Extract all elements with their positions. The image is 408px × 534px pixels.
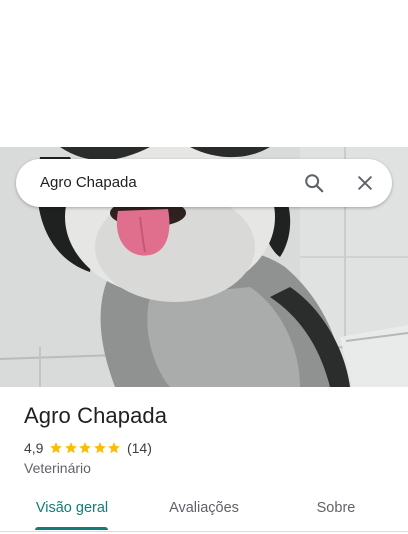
star-rating: [49, 441, 122, 455]
star-icon: [65, 442, 77, 454]
star-icon: [94, 442, 106, 454]
place-category: Veterinário: [24, 460, 91, 476]
search-icon: [305, 174, 324, 193]
star-icon: [79, 442, 92, 454]
star-icon: [50, 442, 63, 454]
review-count[interactable]: (14): [127, 440, 152, 456]
search-bar[interactable]: Agro Chapada: [16, 159, 392, 207]
tab-overview[interactable]: Visão geral: [24, 487, 120, 531]
place-name: Agro Chapada: [24, 403, 168, 428]
star-icon: [108, 442, 121, 454]
search-button[interactable]: [299, 168, 329, 198]
active-tab-indicator: [35, 527, 108, 530]
place-tabs: Visão geral Avaliações Sobre: [0, 487, 408, 532]
rating-row[interactable]: 4,9 (14): [24, 439, 152, 457]
close-button[interactable]: [350, 168, 380, 198]
tab-about[interactable]: Sobre: [296, 487, 376, 531]
search-query-text[interactable]: Agro Chapada: [40, 159, 137, 207]
tab-reviews[interactable]: Avaliações: [152, 487, 256, 531]
rating-value: 4,9: [24, 440, 44, 456]
blank-header-area: [0, 0, 408, 147]
close-icon: [358, 176, 372, 190]
